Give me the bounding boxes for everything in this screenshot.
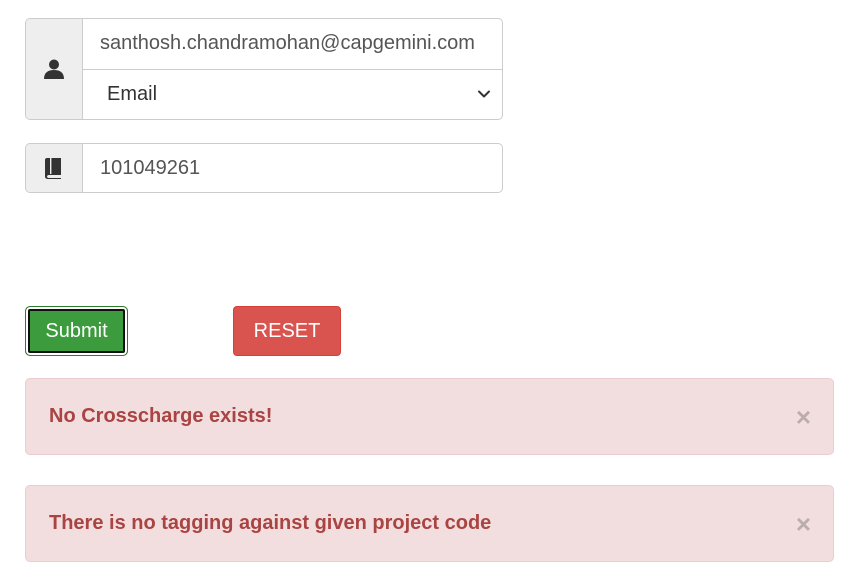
user-icon <box>44 59 64 79</box>
email-input[interactable]: santhosh.chandramohan@capgemini.com <box>83 19 502 70</box>
close-icon[interactable]: × <box>796 511 811 537</box>
project-code-fields: 101049261 <box>83 144 502 192</box>
alert-message: There is no tagging against given projec… <box>49 512 492 534</box>
project-code-input[interactable]: 101049261 <box>83 144 502 192</box>
search-type-select[interactable]: Email <box>83 70 502 120</box>
user-fields: santhosh.chandramohan@capgemini.com Emai… <box>83 19 502 119</box>
user-addon <box>26 19 83 119</box>
close-icon[interactable]: × <box>796 404 811 430</box>
book-addon <box>26 144 83 192</box>
alert-message: No Crosscharge exists! <box>49 405 273 427</box>
chevron-down-icon <box>474 84 494 104</box>
project-code-input-group: 101049261 <box>25 143 503 193</box>
project-code-value: 101049261 <box>100 156 201 179</box>
search-type-selected: Email <box>107 82 158 105</box>
submit-button[interactable]: Submit <box>25 306 128 356</box>
reset-button[interactable]: RESET <box>233 306 341 356</box>
email-input-value: santhosh.chandramohan@capgemini.com <box>100 32 475 55</box>
user-input-group: santhosh.chandramohan@capgemini.com Emai… <box>25 18 503 120</box>
book-icon <box>45 158 61 179</box>
alert-no-tagging: There is no tagging against given projec… <box>25 485 834 562</box>
alert-no-crosscharge: No Crosscharge exists! × <box>25 378 834 455</box>
